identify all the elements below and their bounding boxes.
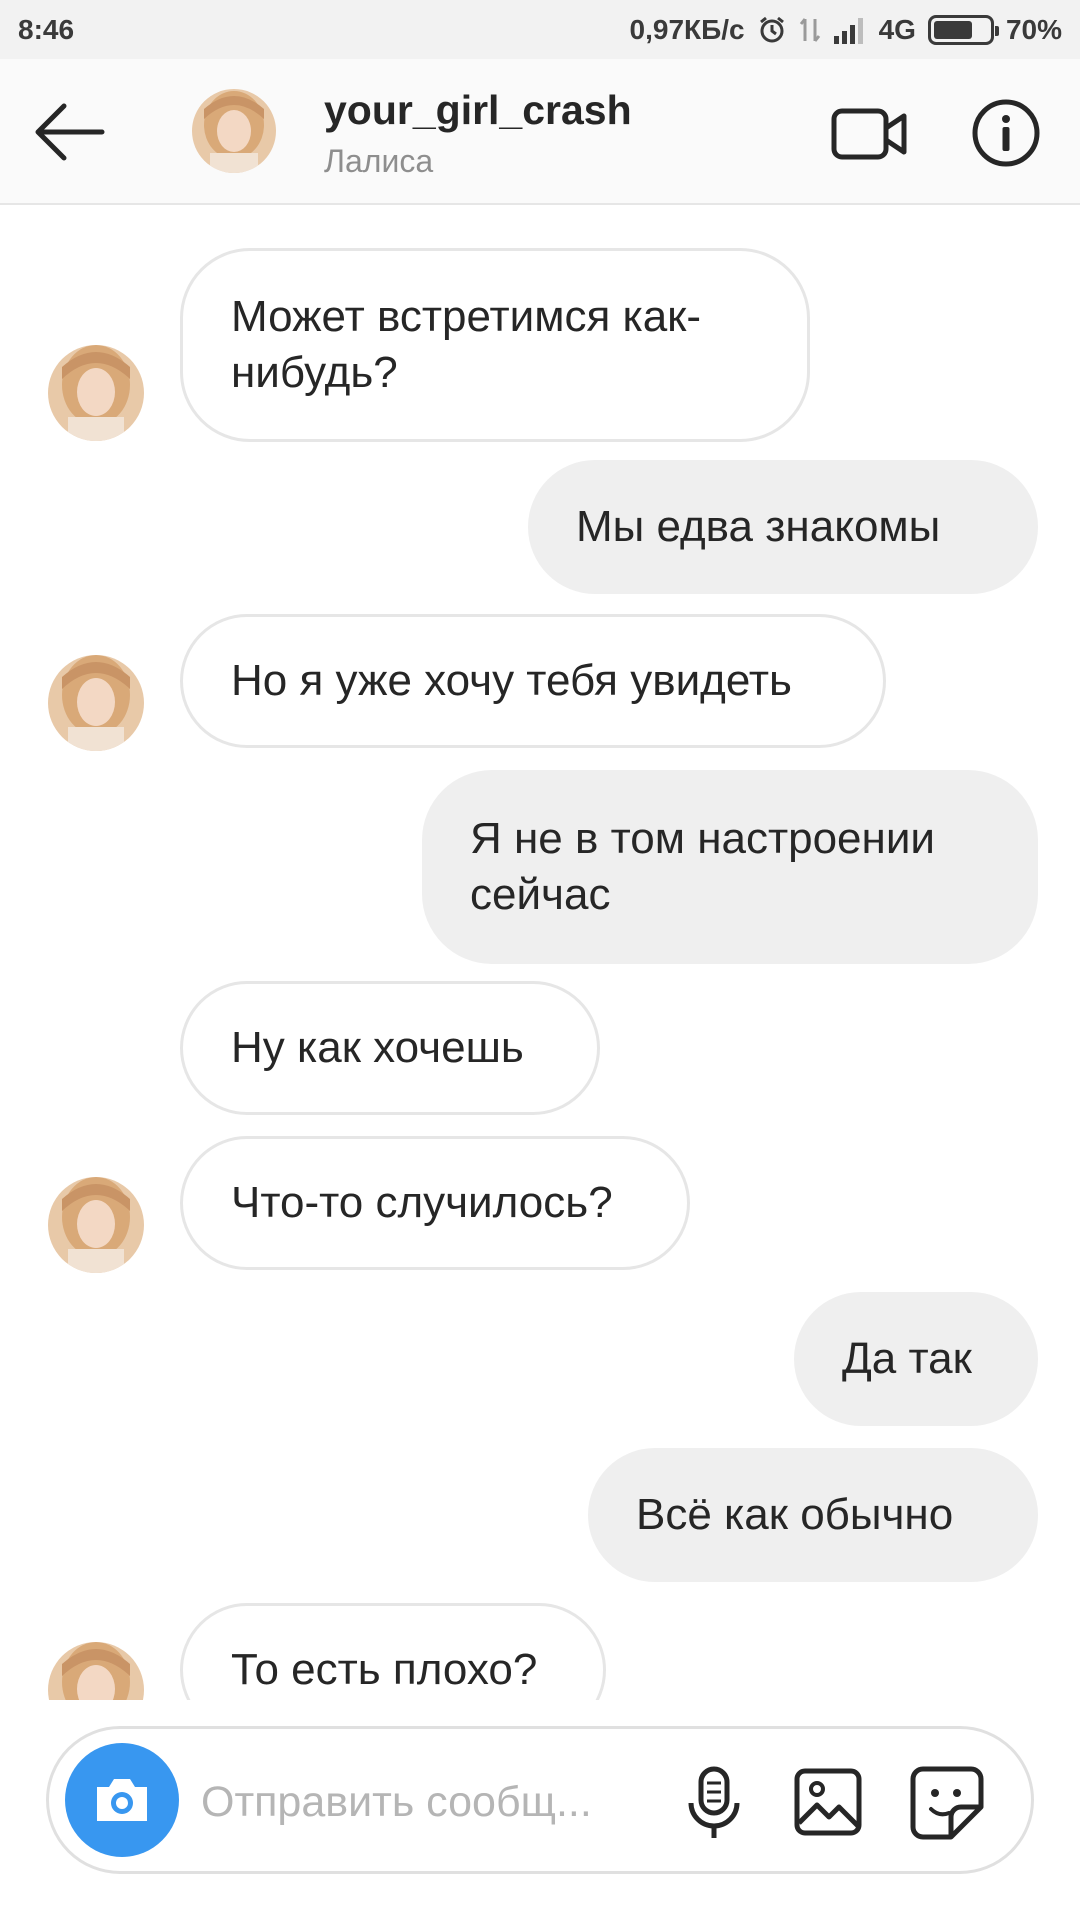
camera-icon [97, 1779, 147, 1821]
avatar-image [48, 345, 144, 441]
message-text: Мы едва знакомы [576, 502, 941, 551]
message-bubble-outgoing[interactable]: Да так [794, 1292, 1038, 1426]
data-transfer-icon [799, 15, 821, 45]
message-text: Ну как хочешь [231, 1023, 524, 1072]
sticker-button[interactable] [909, 1765, 985, 1841]
message-bubble-incoming[interactable]: Может встретимся как- нибудь? [180, 248, 810, 442]
back-button[interactable] [30, 97, 110, 167]
avatar-image [48, 655, 144, 751]
status-bar: 8:46 0,97КБ/с 4G 70% [0, 0, 1080, 59]
message-avatar[interactable] [48, 655, 144, 751]
avatar-image [48, 1642, 144, 1700]
contact-avatar[interactable] [192, 89, 276, 173]
message-avatar[interactable] [48, 1177, 144, 1273]
gallery-button[interactable] [793, 1767, 863, 1837]
microphone-icon [688, 1766, 740, 1838]
chat-header: your_girl_crash Лалиса [0, 59, 1080, 205]
battery-icon [927, 14, 999, 45]
battery-percent: 70% [1005, 13, 1062, 45]
message-bubble-outgoing[interactable]: Я не в том настроении сейчас [422, 770, 1038, 964]
message-text: Я не в том настроении сейчас [470, 814, 935, 919]
message-input[interactable] [201, 1767, 641, 1837]
message-text: Что-то случилось? [231, 1178, 613, 1227]
signal-icon [833, 16, 867, 44]
message-avatar[interactable] [48, 1642, 144, 1700]
message-text: Всё как обычно [636, 1490, 954, 1539]
message-bubble-outgoing[interactable]: Мы едва знакомы [528, 460, 1038, 594]
video-camera-icon [831, 108, 907, 160]
message-composer [46, 1726, 1034, 1874]
video-call-button[interactable] [830, 101, 910, 167]
message-text: Может встретимся как- нибудь? [231, 292, 702, 397]
image-icon [794, 1768, 862, 1836]
message-avatar[interactable] [48, 345, 144, 441]
network-type: 4G [878, 13, 916, 45]
message-bubble-incoming[interactable]: Но я уже хочу тебя увидеть [180, 614, 886, 748]
message-text: Да так [842, 1334, 972, 1383]
message-bubble-incoming[interactable]: То есть плохо? [180, 1603, 606, 1700]
battery-level [933, 20, 972, 39]
avatar-image [48, 1177, 144, 1273]
status-indicators: 0,97КБ/с 4G 70% [630, 14, 1062, 46]
message-bubble-outgoing[interactable]: Всё как обычно [588, 1448, 1038, 1582]
message-bubble-incoming[interactable]: Ну как хочешь [180, 981, 600, 1115]
camera-button[interactable] [65, 1743, 179, 1857]
status-time: 8:46 [18, 13, 75, 45]
message-text: То есть плохо? [231, 1645, 538, 1694]
contact-username[interactable]: your_girl_crash [324, 87, 632, 134]
sticker-icon [910, 1766, 984, 1840]
info-button[interactable] [970, 97, 1042, 169]
voice-message-button[interactable] [679, 1765, 749, 1841]
message-text: Но я уже хочу тебя увидеть [231, 656, 792, 705]
arrow-left-icon [35, 103, 105, 161]
alarm-icon [757, 15, 787, 45]
contact-display-name: Лалиса [324, 143, 434, 179]
message-list[interactable]: Может встретимся как- нибудь? Мы едва зн… [0, 205, 1080, 1700]
message-bubble-incoming[interactable]: Что-то случилось? [180, 1136, 690, 1270]
network-speed: 0,97КБ/с [629, 13, 745, 45]
avatar-image [192, 89, 276, 173]
info-icon [972, 99, 1040, 167]
